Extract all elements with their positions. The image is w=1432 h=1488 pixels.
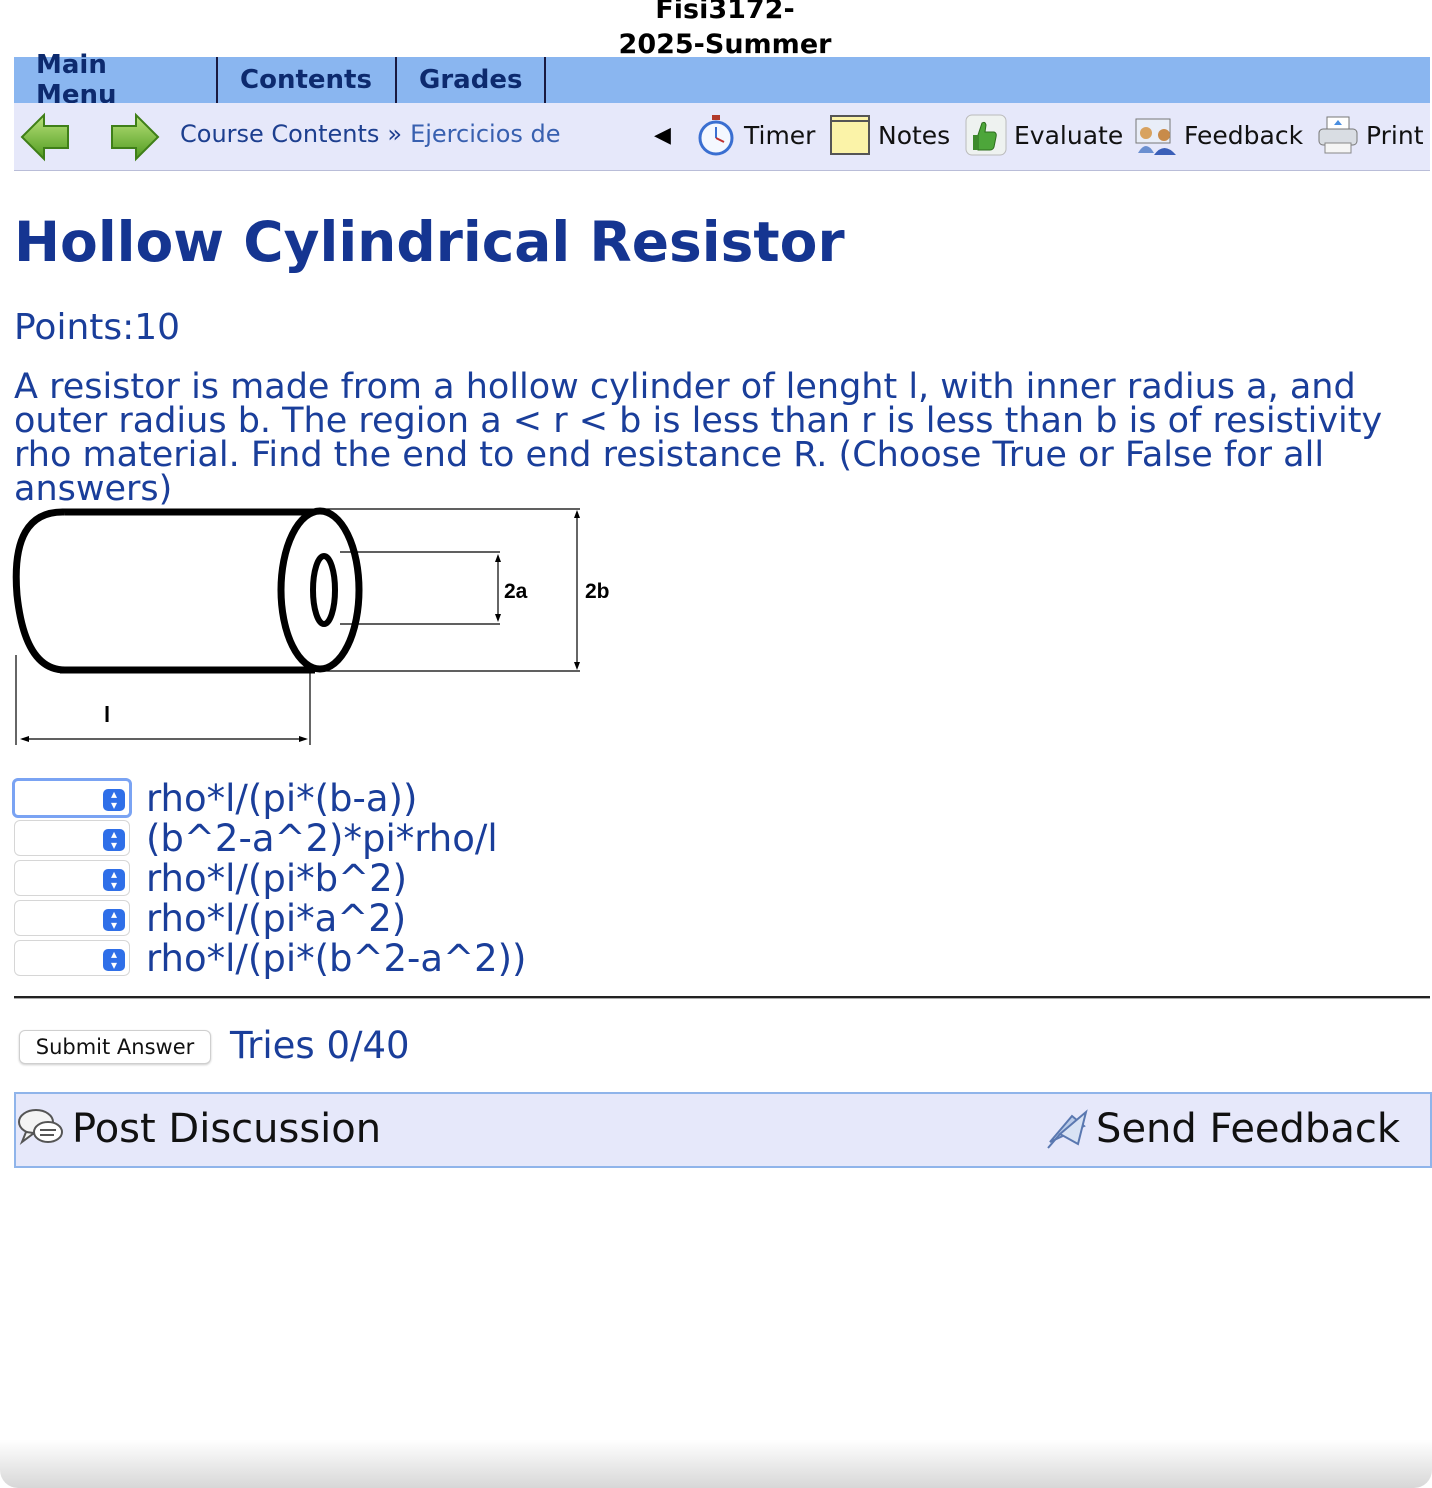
select-chevron-icon	[103, 909, 125, 931]
answer-label: (b^2-a^2)*pi*rho/l	[146, 816, 498, 860]
true-false-select[interactable]	[14, 900, 130, 936]
stopwatch-icon	[698, 115, 734, 156]
notes-label: Notes	[878, 120, 951, 150]
tab-grades[interactable]: Grades	[397, 57, 546, 103]
window-bottom-edge	[0, 1440, 1432, 1488]
notepad-icon	[830, 115, 870, 155]
true-false-select[interactable]	[12, 778, 132, 818]
label-2a: 2a	[504, 580, 528, 603]
answer-label: rho*l/(pi*b^2)	[146, 856, 408, 900]
tab-contents[interactable]: Contents	[218, 57, 397, 103]
breadcrumb: Course Contents » Ejercicios de	[180, 120, 561, 148]
submit-answer-button[interactable]: Submit Answer	[19, 1030, 211, 1064]
answer-row: rho*l/(pi*b^2)	[14, 856, 527, 900]
breadcrumb-current[interactable]: Ejercicios de	[410, 120, 560, 148]
timer-label: Timer	[744, 120, 816, 150]
notes-button[interactable]: Notes	[828, 113, 950, 157]
feedback-people-icon	[1135, 118, 1176, 155]
tries-counter: Tries 0/40	[230, 1024, 410, 1067]
timer-button[interactable]: Timer	[694, 113, 815, 157]
points-label: Points:10	[14, 307, 181, 348]
select-chevron-icon	[103, 869, 125, 891]
forward-arrow-icon[interactable]	[108, 111, 162, 163]
select-chevron-icon	[103, 829, 125, 851]
answer-label: rho*l/(pi*a^2)	[146, 896, 407, 940]
answer-list: rho*l/(pi*(b-a)) (b^2-a^2)*pi*rho/l rho*…	[12, 776, 527, 980]
label-length: l	[104, 702, 110, 727]
problem-statement: A resistor is made from a hollow cylinde…	[14, 367, 1383, 509]
answer-label: rho*l/(pi*(b-a))	[146, 776, 418, 820]
select-chevron-icon	[103, 789, 125, 811]
thumbs-up-icon	[965, 114, 1007, 156]
collapse-triangle-icon[interactable]: ◀	[654, 123, 671, 148]
select-chevron-icon	[103, 949, 125, 971]
answer-row: (b^2-a^2)*pi*rho/l	[14, 816, 527, 860]
main-menubar: Main Menu Contents Grades	[14, 50, 1430, 110]
back-arrow-icon[interactable]	[18, 111, 72, 163]
divider	[14, 996, 1430, 999]
footer-bar: Post Discussion Send Feedback	[14, 1092, 1432, 1168]
print-label: Print	[1366, 120, 1424, 150]
true-false-select[interactable]	[14, 940, 130, 976]
send-feedback-label: Send Feedback	[1096, 1106, 1400, 1152]
speech-bubbles-icon	[18, 1109, 63, 1145]
true-false-select[interactable]	[14, 860, 130, 896]
page-title: Hollow Cylindrical Resistor	[14, 210, 845, 274]
evaluate-label: Evaluate	[1014, 120, 1124, 150]
true-false-select[interactable]	[14, 820, 130, 856]
course-code: Fisi3172-	[655, 0, 795, 25]
post-discussion-label: Post Discussion	[72, 1106, 382, 1152]
course-title: Fisi3172- 2025-Summer	[560, 0, 890, 62]
feedback-label: Feedback	[1184, 120, 1304, 150]
feedback-button[interactable]: Feedback	[1134, 113, 1303, 157]
evaluate-button[interactable]: Evaluate	[964, 113, 1123, 157]
printer-icon	[1318, 116, 1358, 154]
answer-row: rho*l/(pi*a^2)	[14, 896, 527, 940]
tab-main-menu[interactable]: Main Menu	[14, 50, 218, 110]
breadcrumb-separator: »	[387, 120, 403, 148]
hollow-cylinder-diagram: 2a 2b l	[12, 507, 610, 745]
answer-row: rho*l/(pi*(b^2-a^2))	[14, 936, 527, 980]
answer-label: rho*l/(pi*(b^2-a^2))	[146, 936, 527, 980]
label-2b: 2b	[585, 580, 610, 603]
print-button[interactable]: Print	[1316, 113, 1424, 157]
toolbar: Course Contents » Ejercicios de ◀ Timer …	[14, 103, 1430, 171]
answer-row: rho*l/(pi*(b-a))	[12, 776, 527, 820]
post-discussion-button[interactable]: Post Discussion	[16, 1104, 381, 1154]
send-feedback-button[interactable]: Send Feedback	[1042, 1104, 1400, 1154]
breadcrumb-course-contents[interactable]: Course Contents	[180, 120, 379, 148]
send-envelope-icon	[1047, 1109, 1088, 1149]
